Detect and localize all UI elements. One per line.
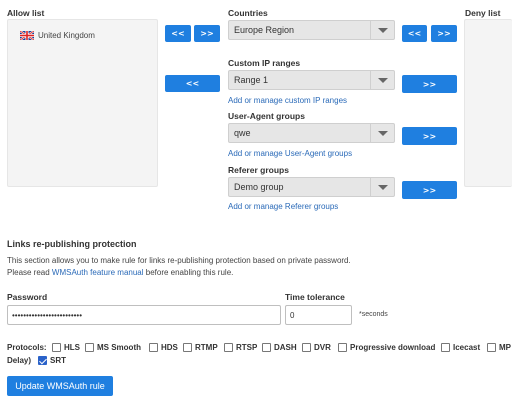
hls-checkbox[interactable] xyxy=(52,343,61,352)
protocol-hls[interactable]: HLS xyxy=(52,343,80,352)
srt-label: SRT xyxy=(50,356,66,365)
protocol-mp[interactable]: MP xyxy=(487,343,511,352)
deny-list-title: Deny list xyxy=(465,8,501,18)
protocol-rtsp[interactable]: RTSP xyxy=(224,343,257,352)
manage-user-agent-link[interactable]: Add or manage User-Agent groups xyxy=(228,149,352,158)
wmsauth-manual-link[interactable]: WMSAuth feature manual xyxy=(52,268,144,277)
move-referer-to-deny-button[interactable]: >> xyxy=(402,181,457,199)
move-country-to-deny-button[interactable]: << xyxy=(402,25,427,42)
password-input[interactable] xyxy=(7,305,281,325)
protocols-label-text: Protocols: xyxy=(7,343,47,352)
hds-checkbox[interactable] xyxy=(149,343,158,352)
allow-list-item-label: United Kingdom xyxy=(38,31,95,40)
protection-title: Links re-publishing protection xyxy=(7,239,137,249)
protocols-label: Protocols: xyxy=(7,343,47,352)
custom-ip-label: Custom IP ranges xyxy=(228,58,301,68)
icecast-label: Icecast xyxy=(453,343,481,352)
protocols-wrap-text: Delay) xyxy=(7,356,31,365)
allow-list-box[interactable]: United Kingdom xyxy=(7,19,158,187)
user-agent-label: User-Agent groups xyxy=(228,111,305,121)
protocol-dvr[interactable]: DVR xyxy=(302,343,331,352)
hds-label: HDS xyxy=(161,343,178,352)
countries-selected: Europe Region xyxy=(234,25,295,35)
chevron-down-icon xyxy=(370,124,394,142)
manual-note-prefix: Please read xyxy=(7,268,52,277)
rtsp-checkbox[interactable] xyxy=(224,343,233,352)
dvr-checkbox[interactable] xyxy=(302,343,311,352)
allow-list-item[interactable]: United Kingdom xyxy=(19,30,95,41)
custom-ip-selected: Range 1 xyxy=(234,75,269,85)
chevron-down-icon xyxy=(370,21,394,39)
countries-label: Countries xyxy=(228,8,268,18)
move-country-from-deny-button[interactable]: >> xyxy=(431,25,457,42)
manage-referer-link[interactable]: Add or manage Referer groups xyxy=(228,202,338,211)
rtmp-checkbox[interactable] xyxy=(183,343,192,352)
manage-custom-ip-link[interactable]: Add or manage custom IP ranges xyxy=(228,96,347,105)
protocol-rtmp[interactable]: RTMP xyxy=(183,343,218,352)
countries-select[interactable]: Europe Region xyxy=(228,20,395,40)
user-agent-select[interactable]: qwe xyxy=(228,123,395,143)
protocol-hds[interactable]: HDS xyxy=(149,343,178,352)
protection-manual-note: Please read WMSAuth feature manual befor… xyxy=(7,268,233,277)
time-tolerance-unit: *seconds xyxy=(359,311,388,318)
hls-label: HLS xyxy=(64,343,80,352)
srt-checkbox[interactable] xyxy=(38,356,47,365)
update-wmsauth-rule-button[interactable]: Update WMSAuth rule xyxy=(7,376,113,396)
dvr-label: DVR xyxy=(314,343,331,352)
chevron-down-icon xyxy=(370,178,394,196)
mp-label: MP xyxy=(499,343,511,352)
rtsp-label: RTSP xyxy=(236,343,258,352)
time-tolerance-label: Time tolerance xyxy=(285,292,345,302)
chevron-down-icon xyxy=(370,71,394,89)
move-user-agent-to-deny-button[interactable]: >> xyxy=(402,127,457,145)
icecast-checkbox[interactable] xyxy=(441,343,450,352)
protocols-wrap-label: Delay) xyxy=(7,356,32,365)
uk-flag-icon xyxy=(19,30,35,41)
referer-select[interactable]: Demo group xyxy=(228,177,395,197)
move-ip-to-deny-button[interactable]: >> xyxy=(402,75,457,93)
dash-checkbox[interactable] xyxy=(262,343,271,352)
progressive-download-checkbox[interactable] xyxy=(338,343,347,352)
move-country-from-allow-button[interactable]: >> xyxy=(194,25,220,42)
move-to-allow-button[interactable]: << xyxy=(165,75,220,92)
user-agent-selected: qwe xyxy=(234,128,251,138)
deny-list-box[interactable] xyxy=(464,19,512,187)
progressive-download-label: Progressive download xyxy=(350,343,436,352)
protocol-dash[interactable]: DASH xyxy=(262,343,297,352)
referer-label: Referer groups xyxy=(228,165,289,175)
move-country-to-allow-button[interactable]: << xyxy=(165,25,191,42)
protocol-srt[interactable]: SRT xyxy=(38,356,66,365)
ms-smooth-label: MS Smooth xyxy=(97,343,141,352)
allow-list-title: Allow list xyxy=(7,8,45,18)
ms-smooth-checkbox[interactable] xyxy=(85,343,94,352)
dash-label: DASH xyxy=(274,343,297,352)
manual-note-suffix: before enabling this rule. xyxy=(143,268,234,277)
protocol-progressive-download[interactable]: Progressive download xyxy=(338,343,435,352)
protection-description: This section allows you to make rule for… xyxy=(7,256,351,265)
custom-ip-select[interactable]: Range 1 xyxy=(228,70,395,90)
mp-checkbox[interactable] xyxy=(487,343,496,352)
protocol-icecast[interactable]: Icecast xyxy=(441,343,480,352)
referer-selected: Demo group xyxy=(234,182,284,192)
time-tolerance-input[interactable] xyxy=(285,305,352,325)
password-label: Password xyxy=(7,292,48,302)
rtmp-label: RTMP xyxy=(195,343,218,352)
protocol-ms-smooth[interactable]: MS Smooth xyxy=(85,343,141,352)
